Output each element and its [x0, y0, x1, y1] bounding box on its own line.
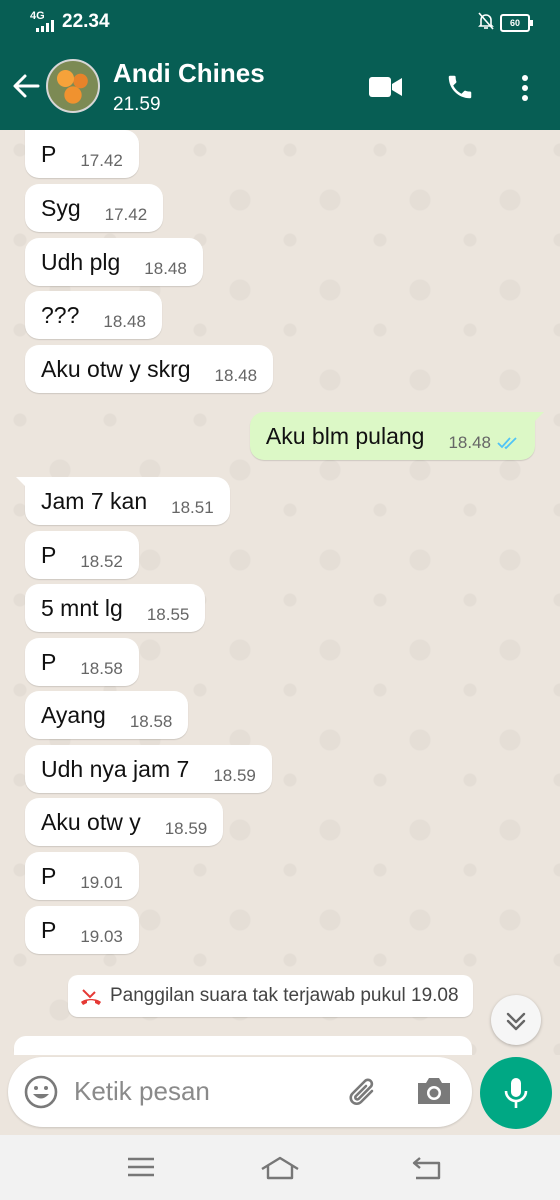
- video-call-icon[interactable]: [369, 76, 403, 98]
- message-time: 19.01: [80, 873, 123, 892]
- message-bubble[interactable]: Udh plg 18.48: [25, 238, 203, 286]
- message-time: 19.03: [80, 927, 123, 946]
- attachment-icon[interactable]: [344, 1073, 384, 1113]
- message-text: Udh nya jam 7: [41, 755, 190, 782]
- message-bubble[interactable]: P 19.03: [25, 906, 139, 954]
- message-text: Udh plg: [41, 248, 121, 275]
- microphone-icon: [504, 1078, 528, 1108]
- message-text: Aku blm pulang: [265, 422, 425, 449]
- message-time: 18.58: [129, 712, 173, 731]
- menu-icon[interactable]: [127, 1155, 155, 1179]
- message-time: 18.48: [214, 366, 258, 385]
- voice-call-icon[interactable]: [445, 72, 475, 102]
- message-text: P: [41, 862, 57, 889]
- message-bubble[interactable]: Syg 17.42: [25, 184, 164, 232]
- voice-message-button[interactable]: [480, 1057, 552, 1129]
- message-bubble-partial: [14, 1036, 472, 1055]
- message-bubble[interactable]: Aku otw y skrg 18.48: [25, 345, 274, 393]
- status-bar: 4G 22.34 60: [0, 0, 560, 44]
- message-text: P: [41, 916, 57, 943]
- scroll-to-bottom-button[interactable]: [491, 995, 541, 1045]
- message-bubble[interactable]: P 19.01: [25, 852, 139, 900]
- message-bubble[interactable]: P 18.52: [25, 531, 139, 579]
- camera-icon[interactable]: [415, 1074, 453, 1108]
- contact-avatar[interactable]: [46, 59, 100, 113]
- missed-call-text: Panggilan suara tak terjawab pukul 19.08: [110, 985, 459, 1006]
- message-text: Aku otw y: [41, 808, 141, 835]
- notifications-off-icon: [478, 12, 494, 30]
- message-time: 17.42: [104, 205, 148, 224]
- last-seen: 21.59: [113, 94, 161, 115]
- message-text: Syg: [41, 194, 81, 221]
- message-time: 18.51: [171, 498, 214, 517]
- chat-area[interactable]: P 17.42 Syg 17.42 Udh plg 18.48 ??? 18.4…: [0, 130, 560, 1055]
- battery-icon: 60: [500, 14, 533, 32]
- message-time: 18.52: [80, 552, 123, 571]
- message-composer[interactable]: Ketik pesan: [8, 1057, 472, 1127]
- home-icon[interactable]: [260, 1155, 300, 1181]
- double-chevron-down-icon: [506, 1012, 526, 1031]
- message-bubble[interactable]: P 17.42: [25, 130, 139, 178]
- message-bubble[interactable]: Aku otw y 18.59: [25, 798, 224, 846]
- clock: 22.34: [62, 11, 110, 32]
- message-time: 18.48: [144, 259, 187, 278]
- message-text: Aku otw y skrg: [41, 355, 191, 382]
- read-receipt-icon: [497, 437, 517, 450]
- message-bubble[interactable]: Udh nya jam 7 18.59: [25, 745, 272, 793]
- message-text: P: [41, 541, 57, 568]
- message-time: 18.58: [80, 659, 123, 678]
- message-input[interactable]: Ketik pesan: [74, 1076, 210, 1107]
- message-text: P: [41, 140, 57, 167]
- contact-name[interactable]: Andi Chines: [113, 58, 265, 89]
- more-options-icon[interactable]: [520, 74, 530, 102]
- system-nav-bar: [0, 1135, 560, 1200]
- message-time: 18.48: [448, 433, 491, 452]
- message-text: 5 mnt lg: [41, 594, 123, 621]
- message-text: Ayang: [41, 701, 106, 728]
- back-arrow-icon[interactable]: [10, 70, 42, 102]
- chat-header: Andi Chines 21.59: [0, 44, 560, 130]
- signal-icon: [36, 20, 54, 32]
- missed-call-notice[interactable]: Panggilan suara tak terjawab pukul 19.08: [68, 975, 473, 1017]
- message-bubble[interactable]: P 18.58: [25, 638, 139, 686]
- message-bubble-outgoing[interactable]: Aku blm pulang 18.48: [249, 412, 545, 460]
- missed-call-icon: [81, 989, 101, 1005]
- message-bubble[interactable]: Ayang 18.58: [25, 691, 189, 739]
- message-time: 18.59: [164, 819, 208, 838]
- message-bubble[interactable]: Jam 7 kan 18.51: [16, 477, 230, 525]
- message-time: 18.55: [146, 605, 190, 624]
- message-text: Jam 7 kan: [41, 487, 148, 514]
- message-bubble[interactable]: ??? 18.48: [25, 291, 162, 339]
- emoji-icon[interactable]: [22, 1073, 60, 1111]
- message-bubble[interactable]: 5 mnt lg 18.55: [25, 584, 206, 632]
- message-time: 18.48: [103, 312, 146, 331]
- message-text: P: [41, 648, 57, 675]
- message-text: ???: [41, 301, 80, 328]
- message-time: 18.59: [213, 766, 256, 785]
- back-nav-icon[interactable]: [412, 1155, 442, 1181]
- message-time: 17.42: [80, 151, 123, 170]
